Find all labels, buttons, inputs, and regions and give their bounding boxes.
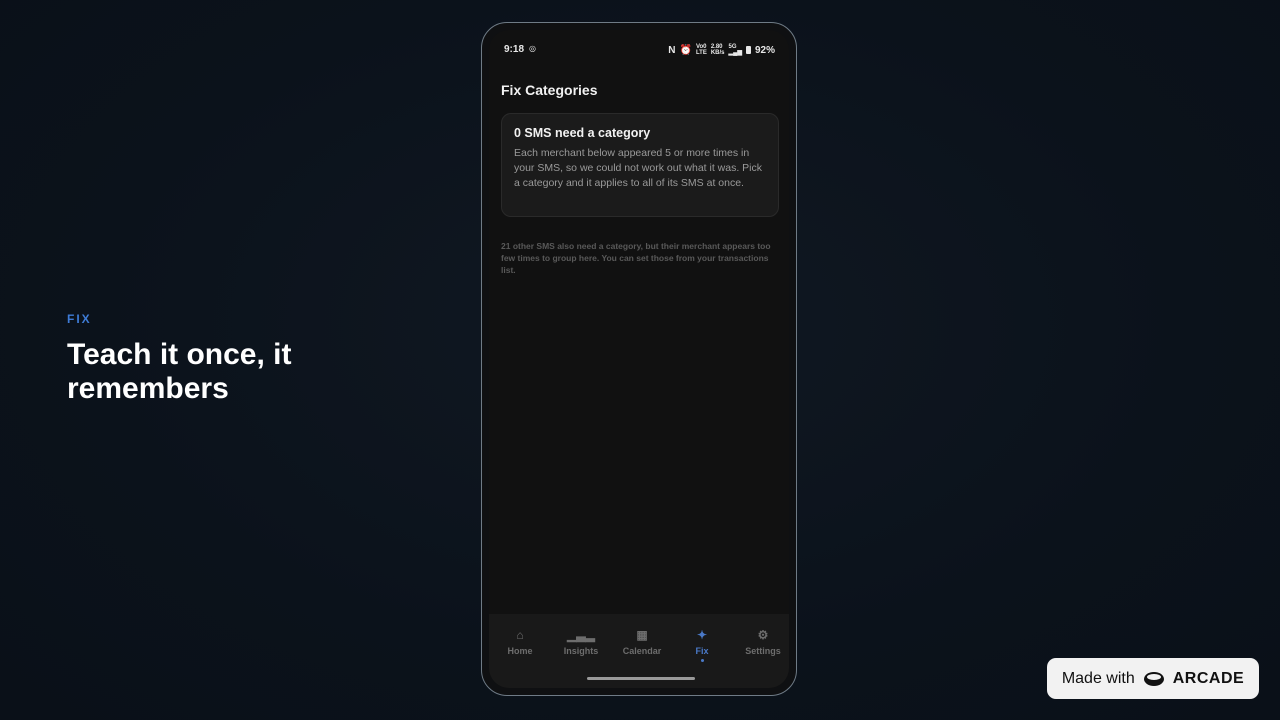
volte-indicator: Vo0 LTE xyxy=(695,44,707,56)
arcade-badge[interactable]: Made with ARCADE xyxy=(1047,658,1259,699)
battery-icon xyxy=(745,46,751,54)
nav-label: Settings xyxy=(745,646,781,656)
caption: FIX Teach it once, it remembers xyxy=(67,312,427,406)
calendar-icon: ▦ xyxy=(636,628,648,642)
stage: FIX Teach it once, it remembers 9:18 ◎ N… xyxy=(0,0,1280,720)
nav-item-calendar[interactable]: ▦ Calendar xyxy=(612,628,672,656)
caption-headline: Teach it once, it remembers xyxy=(67,338,292,405)
nav-item-home[interactable]: ⌂ Home xyxy=(490,628,550,656)
nav-label: Insights xyxy=(563,646,599,656)
arcade-logo-icon xyxy=(1143,671,1164,686)
active-indicator xyxy=(700,659,704,662)
summary-card: 0 SMS need a category Each merchant belo… xyxy=(501,113,779,217)
nav-label: Fix xyxy=(695,646,709,656)
nav-label: Calendar xyxy=(622,646,662,656)
nfc-icon: N xyxy=(668,44,676,56)
card-title: 0 SMS need a category xyxy=(514,126,651,140)
nav-item-insights[interactable]: ▁▃▂ Insights xyxy=(551,628,611,656)
card-body: Each merchant below appeared 5 or more t… xyxy=(514,147,763,189)
home-icon: ⌂ xyxy=(516,628,524,642)
battery-level: 92% xyxy=(754,44,775,56)
magic-wand-icon: ✦ xyxy=(696,628,708,642)
bar-chart-icon: ▁▃▂ xyxy=(567,628,595,642)
badge-made-with: Made with xyxy=(1061,669,1135,687)
nav-label: Home xyxy=(507,646,533,656)
nav-item-settings[interactable]: ⚙ Settings xyxy=(733,628,789,656)
instagram-icon: ◎ xyxy=(529,44,536,53)
status-bar: 9:18 ◎ N ⏰ Vo0 LTE 2.80 KB/s 5G ▂▄▆ 92% xyxy=(489,30,789,66)
bottom-nav: ⌂ Home ▁▃▂ Insights ▦ Calendar ✦ Fix ⚙ S… xyxy=(489,614,789,688)
badge-brand: ARCADE xyxy=(1172,669,1245,687)
phone-frame: 9:18 ◎ N ⏰ Vo0 LTE 2.80 KB/s 5G ▂▄▆ 92% … xyxy=(481,22,797,696)
network-speed: 2.80 KB/s xyxy=(710,44,725,56)
phone-screen: 9:18 ◎ N ⏰ Vo0 LTE 2.80 KB/s 5G ▂▄▆ 92% … xyxy=(489,30,789,688)
status-icons: N ⏰ Vo0 LTE 2.80 KB/s 5G ▂▄▆ 92% xyxy=(668,44,775,56)
alarm-icon: ⏰ xyxy=(679,44,692,56)
signal-icon: 5G ▂▄▆ xyxy=(728,44,742,56)
page-title: Fix Categories xyxy=(501,82,598,98)
caption-eyebrow: FIX xyxy=(67,312,92,326)
info-note: 21 other SMS also need a category, but t… xyxy=(501,241,771,275)
status-time: 9:18 xyxy=(504,44,525,55)
home-indicator[interactable] xyxy=(587,677,695,680)
nav-item-fix[interactable]: ✦ Fix xyxy=(672,628,732,662)
gear-icon: ⚙ xyxy=(757,628,769,642)
